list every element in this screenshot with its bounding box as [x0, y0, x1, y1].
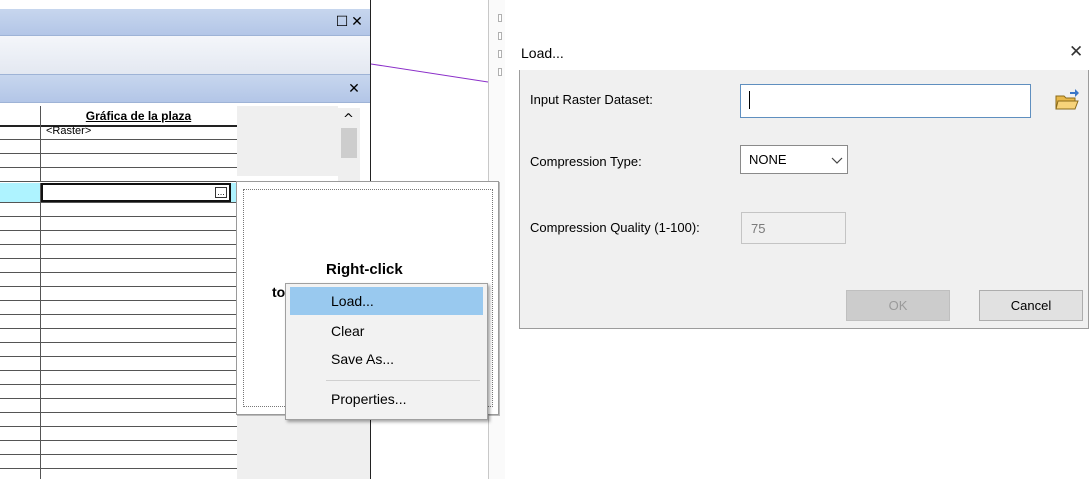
- row-header: [0, 258, 41, 272]
- table-row[interactable]: [0, 300, 237, 315]
- row-header: [0, 244, 41, 258]
- preview-instruction-partial: to: [272, 284, 286, 300]
- grid-header-row: Gráfica de la plaza: [0, 106, 237, 127]
- row-header: [0, 286, 41, 300]
- dialog-close-icon[interactable]: ✕: [1069, 42, 1083, 62]
- column-header[interactable]: Gráfica de la plaza: [40, 109, 237, 123]
- edge-tab[interactable]: [498, 32, 502, 40]
- raster-cell[interactable]: <Raster>: [46, 125, 91, 137]
- table-row[interactable]: [0, 398, 237, 413]
- row-header: [0, 139, 41, 153]
- table-row[interactable]: [0, 454, 237, 469]
- table-row[interactable]: [0, 426, 237, 441]
- row-header: [0, 384, 41, 398]
- scroll-up-icon[interactable]: ^: [343, 112, 354, 127]
- dialog-title: Load...: [521, 45, 564, 61]
- row-header: [0, 202, 41, 216]
- table-row[interactable]: [0, 468, 237, 479]
- table-row[interactable]: [0, 258, 237, 273]
- ok-button[interactable]: OK: [846, 290, 950, 321]
- cancel-button[interactable]: Cancel: [979, 290, 1083, 321]
- row-header: [0, 106, 41, 125]
- compression-type-value: NONE: [749, 152, 787, 167]
- row-header: [0, 328, 41, 342]
- menu-item-load[interactable]: Load...: [290, 287, 483, 315]
- load-dialog: [519, 38, 1089, 329]
- map-line: [371, 63, 488, 83]
- input-raster-label: Input Raster Dataset:: [530, 92, 653, 107]
- menu-separator: [326, 380, 480, 381]
- attribute-grid: Gráfica de la plaza <Raster> ...: [0, 106, 237, 479]
- edit-cell-button[interactable]: ...: [215, 187, 227, 198]
- context-menu: Load... Clear Save As... Properties...: [285, 283, 488, 420]
- compression-quality-field: 75: [741, 212, 846, 244]
- table-title-bar: [0, 74, 370, 103]
- active-cell[interactable]: ...: [41, 183, 231, 202]
- table-row[interactable]: [0, 272, 237, 287]
- compression-type-select[interactable]: NONE: [740, 145, 848, 174]
- table-row[interactable]: [0, 230, 237, 245]
- row-header: [0, 183, 41, 202]
- selected-row[interactable]: ...: [0, 183, 237, 203]
- table-row[interactable]: [0, 440, 237, 455]
- browse-button[interactable]: [1051, 85, 1083, 117]
- table-row[interactable]: [0, 216, 237, 231]
- compression-type-label: Compression Type:: [530, 154, 642, 169]
- compression-quality-value: 75: [751, 221, 766, 236]
- row-header: [0, 426, 41, 440]
- row-header: [0, 454, 41, 468]
- row-header: [0, 440, 41, 454]
- close-table-icon[interactable]: ✕: [347, 82, 361, 96]
- preview-instruction: Right-click: [326, 261, 403, 278]
- row-header: [0, 216, 41, 230]
- close-icon[interactable]: ✕: [350, 15, 364, 29]
- row-header: [0, 412, 41, 426]
- row-header: [0, 468, 41, 479]
- row-header: [0, 370, 41, 384]
- menu-item-save-as[interactable]: Save As...: [290, 345, 483, 373]
- compression-quality-label: Compression Quality (1-100):: [530, 220, 700, 235]
- row-header: [0, 230, 41, 244]
- table-row[interactable]: <Raster>: [0, 125, 237, 140]
- table-row[interactable]: [0, 153, 237, 168]
- table-row[interactable]: [0, 167, 237, 182]
- table-row[interactable]: [0, 244, 237, 259]
- row-header: [0, 398, 41, 412]
- restore-icon[interactable]: ☐: [335, 15, 349, 29]
- table-row[interactable]: [0, 286, 237, 301]
- row-header: [0, 356, 41, 370]
- row-header: [0, 272, 41, 286]
- table-row[interactable]: [0, 202, 237, 217]
- folder-open-icon: [1055, 89, 1079, 110]
- text-caret: [749, 91, 750, 109]
- table-row[interactable]: [0, 412, 237, 427]
- input-raster-field[interactable]: [740, 84, 1031, 118]
- edge-tab[interactable]: [498, 14, 502, 22]
- menu-item-properties[interactable]: Properties...: [290, 385, 483, 413]
- table-window: ☐ ✕ ✕ ^ Gráfica de la plaza <Raster> ...…: [0, 0, 505, 479]
- row-header: [0, 314, 41, 328]
- table-row[interactable]: [0, 384, 237, 399]
- window-title-bar: [0, 9, 370, 36]
- table-row[interactable]: [0, 139, 237, 154]
- table-row[interactable]: [0, 314, 237, 329]
- row-header: [0, 125, 41, 139]
- edge-tab[interactable]: [498, 68, 502, 76]
- window-toolbar: [0, 36, 370, 74]
- table-row[interactable]: [0, 356, 237, 371]
- edge-tab[interactable]: [498, 50, 502, 58]
- menu-item-clear[interactable]: Clear: [290, 317, 483, 345]
- grid-empty-area: [237, 106, 338, 176]
- table-row[interactable]: [0, 328, 237, 343]
- row-header: [0, 342, 41, 356]
- scroll-thumb[interactable]: [341, 128, 357, 158]
- table-row[interactable]: [0, 370, 237, 385]
- row-header: [0, 167, 41, 181]
- row-header: [0, 300, 41, 314]
- table-row[interactable]: [0, 342, 237, 357]
- row-header: [0, 153, 41, 167]
- chevron-down-icon: [831, 157, 843, 164]
- dialog-title-bar: [519, 38, 1089, 70]
